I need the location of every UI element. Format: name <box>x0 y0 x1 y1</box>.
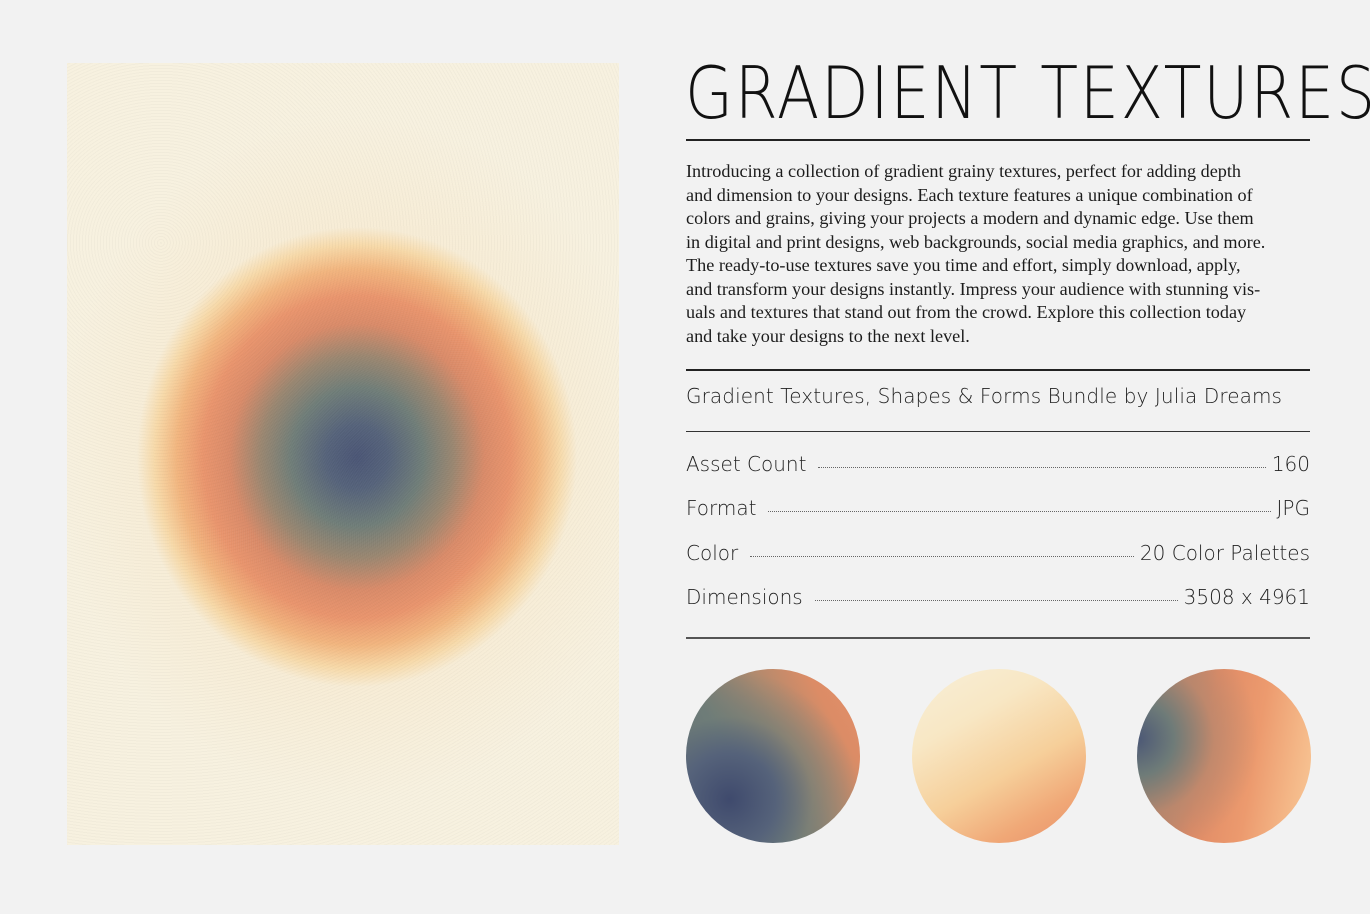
hero-gradient-texture-image <box>67 63 619 845</box>
spec-row-asset-count: Asset Count 160 <box>686 452 1310 496</box>
description-divider <box>686 369 1310 371</box>
description-text: Introducing a collection of gradient gra… <box>686 161 1266 346</box>
spec-value: 3508 x 4961 <box>1183 584 1310 609</box>
spec-row-format: Format JPG <box>686 496 1310 540</box>
dotted-leader <box>768 511 1271 513</box>
page-title: GRADIENT TEXTURES <box>685 51 1370 135</box>
bundle-subtitle: Gradient Textures, Shapes & Forms Bundle… <box>686 384 1283 408</box>
subtitle-divider <box>686 431 1310 432</box>
spec-label: Color <box>686 540 739 565</box>
dotted-leader <box>814 599 1178 601</box>
dotted-leader <box>750 555 1134 557</box>
gradient-swatch-navy-orange <box>686 669 860 843</box>
spec-row-dimensions: Dimensions 3508 x 4961 <box>686 585 1310 629</box>
specs-divider <box>686 637 1310 639</box>
dotted-leader <box>818 467 1266 468</box>
spec-label: Dimensions <box>686 584 803 609</box>
gradient-swatch-cream-peach <box>912 669 1086 843</box>
spec-label: Asset Count <box>686 452 807 476</box>
title-divider <box>686 139 1310 141</box>
spec-value: JPG <box>1276 496 1310 521</box>
spec-list: Asset Count 160 Format JPG Color 20 Colo… <box>686 452 1310 629</box>
spec-row-color: Color 20 Color Palettes <box>686 541 1310 585</box>
spec-value: 20 Color Palettes <box>1139 540 1310 565</box>
gradient-swatch-slate-orange <box>1137 669 1311 843</box>
spec-label: Format <box>686 496 757 521</box>
spec-value: 160 <box>1271 452 1310 476</box>
